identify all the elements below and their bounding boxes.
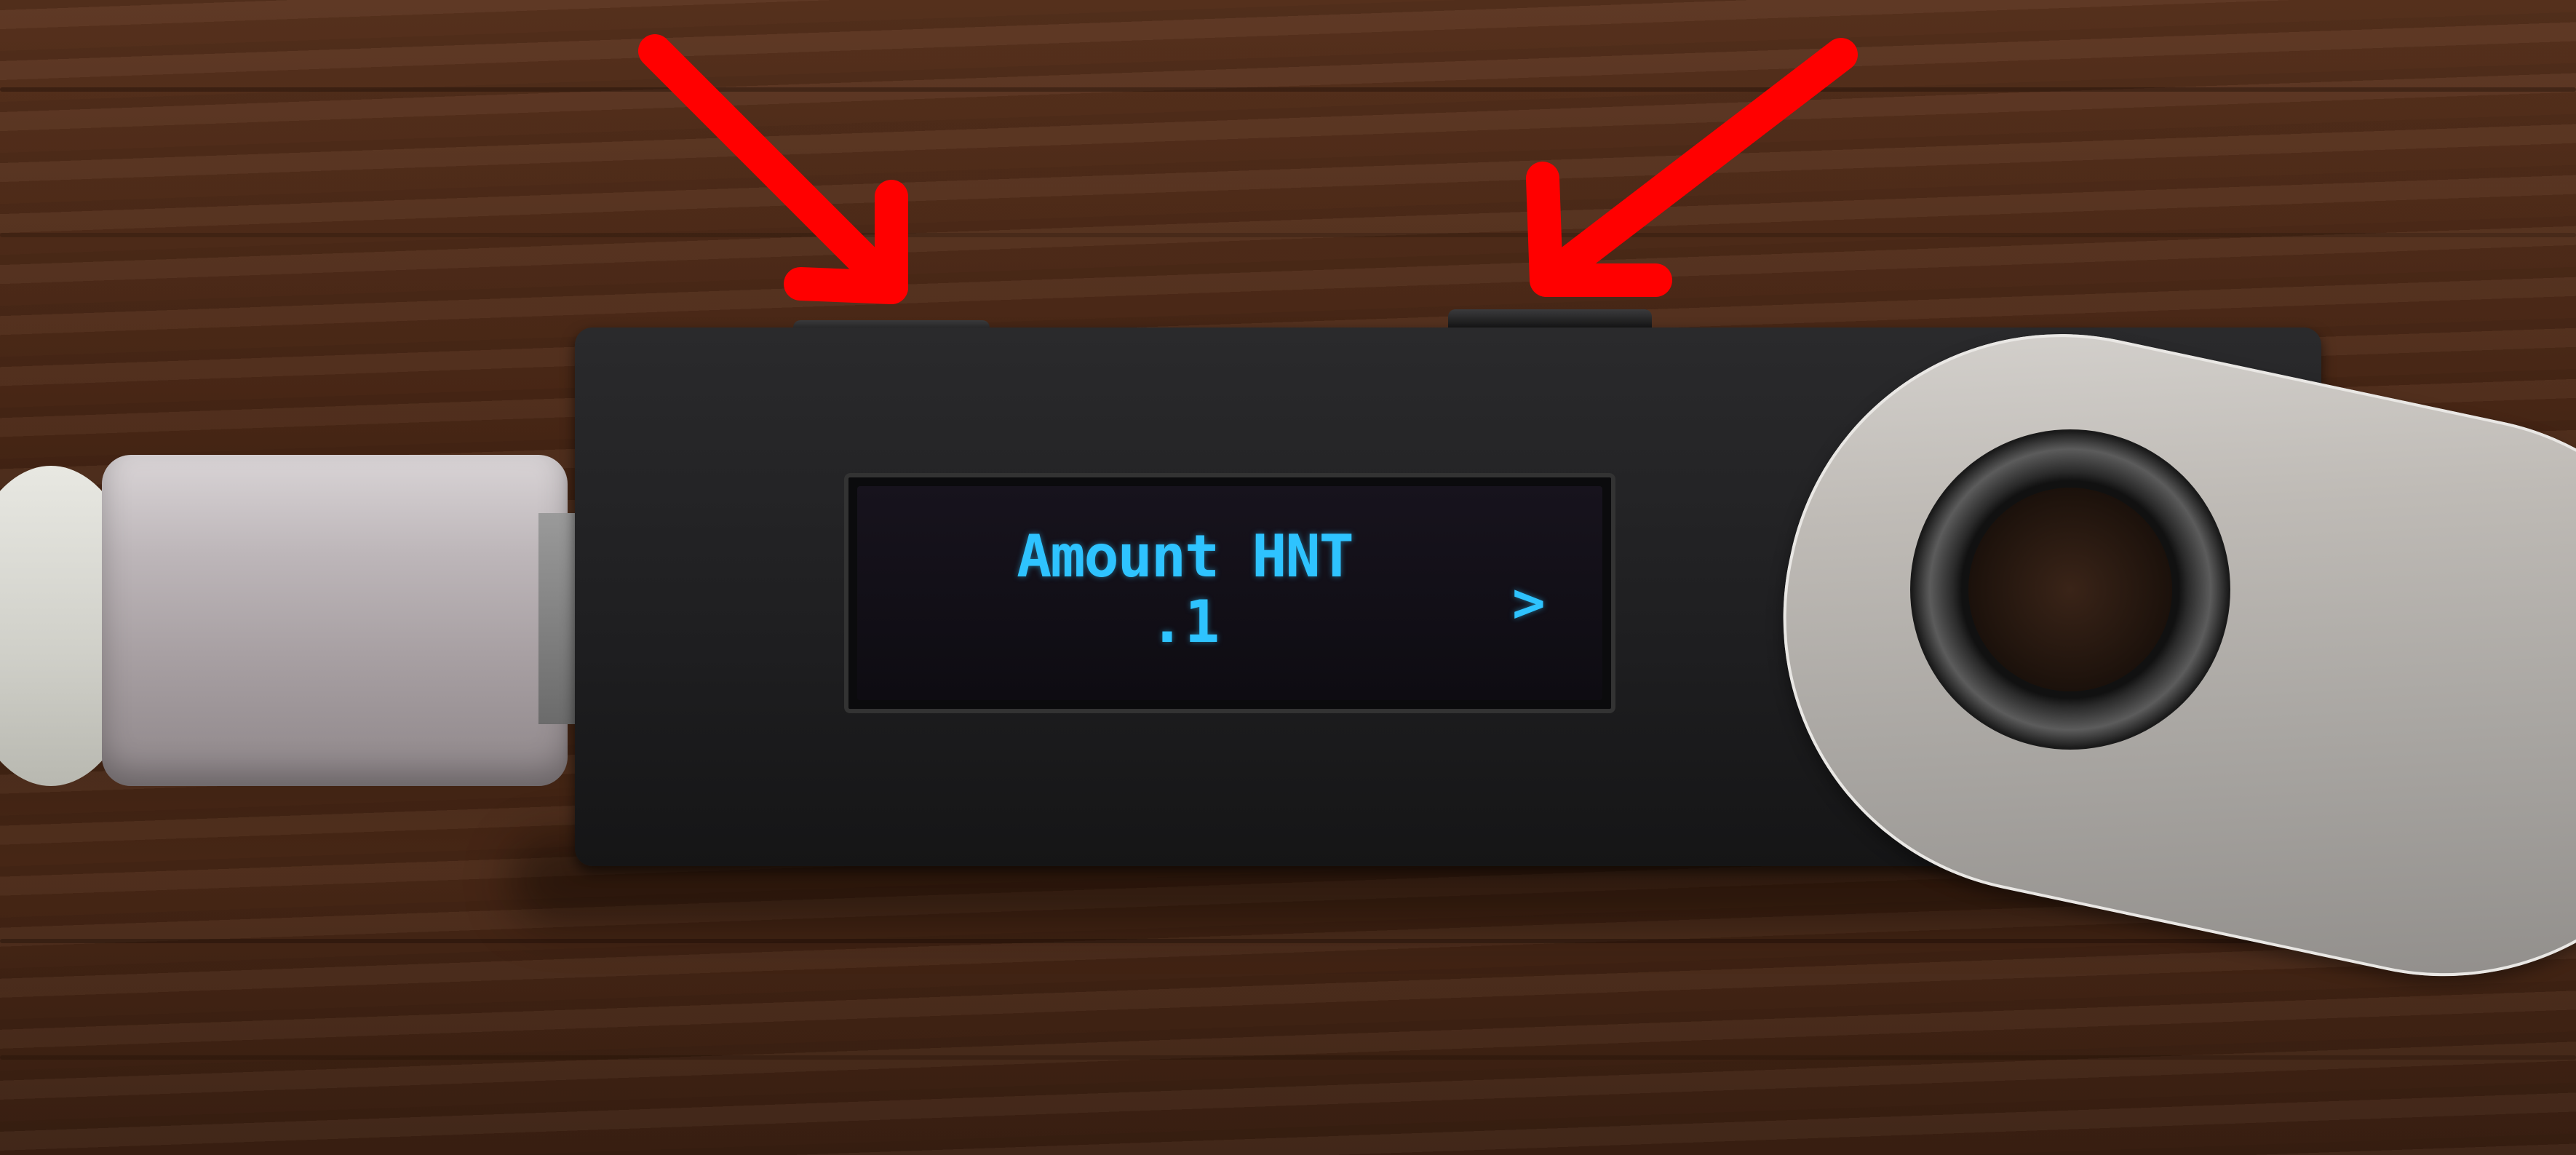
arrow-pointing-left-button xyxy=(638,34,908,304)
photo-scene: Amount HNT .1 > xyxy=(0,0,2576,1155)
annotation-arrows xyxy=(638,34,1858,304)
arrow-pointing-right-button xyxy=(1526,38,1858,297)
